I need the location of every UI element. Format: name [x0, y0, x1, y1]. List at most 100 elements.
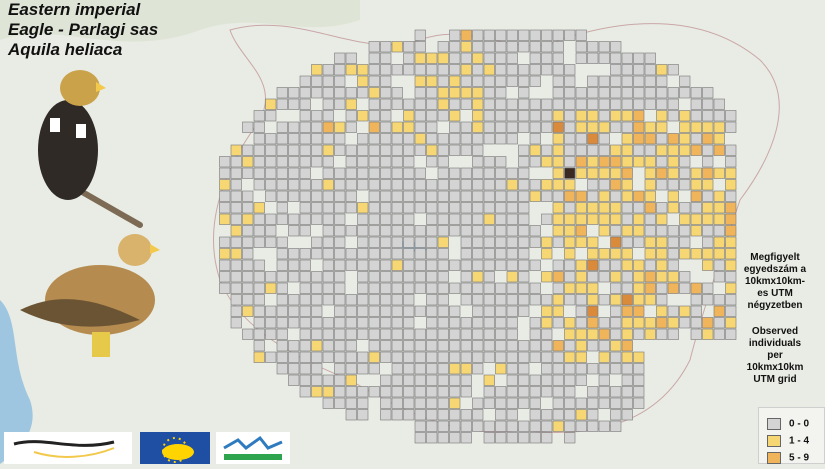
utm-grid-cell [495, 98, 507, 110]
utm-grid-cell [472, 52, 484, 64]
utm-grid-cell [472, 340, 484, 352]
utm-grid-cell [414, 167, 426, 179]
utm-grid-cell [449, 386, 461, 398]
utm-grid-cell [690, 179, 702, 191]
utm-grid-cell [518, 374, 530, 386]
utm-grid-cell [437, 294, 449, 306]
utm-grid-cell [587, 98, 599, 110]
utm-grid-cell [610, 236, 622, 248]
utm-grid-cell [575, 271, 587, 283]
utm-grid-cell [621, 87, 633, 99]
utm-grid-cell [460, 294, 472, 306]
utm-grid-cell [598, 351, 610, 363]
utm-grid-cell [368, 328, 380, 340]
utm-grid-cell [621, 202, 633, 214]
utm-grid-cell [368, 110, 380, 122]
utm-grid-cell [472, 294, 484, 306]
utm-grid-cell [426, 98, 438, 110]
utm-grid-cell [357, 144, 369, 156]
utm-grid-cell [690, 98, 702, 110]
utm-grid-cell [552, 409, 564, 421]
utm-grid-cell [598, 52, 610, 64]
utm-grid-cell [403, 156, 415, 168]
utm-grid-cell [299, 328, 311, 340]
utm-grid-cell [391, 64, 403, 76]
utm-grid-cell [598, 294, 610, 306]
utm-grid-cell [713, 328, 725, 340]
utm-grid-cell [633, 294, 645, 306]
utm-grid-cell [564, 397, 576, 409]
utm-grid-cell [357, 64, 369, 76]
utm-grid-cell [541, 156, 553, 168]
legend-swatch [767, 452, 781, 464]
utm-grid-cell [633, 236, 645, 248]
utm-grid-cell [656, 156, 668, 168]
utm-grid-cell [276, 282, 288, 294]
utm-grid-cell [644, 190, 656, 202]
utm-grid-cell [587, 248, 599, 260]
utm-grid-cell [587, 41, 599, 53]
utm-grid-cell [610, 351, 622, 363]
utm-grid-cell [702, 190, 714, 202]
utm-grid-cell [380, 98, 392, 110]
utm-grid-cell [391, 409, 403, 421]
utm-grid-cell [460, 420, 472, 432]
utm-grid-cell [552, 64, 564, 76]
utm-grid-cell [610, 259, 622, 271]
utm-grid-cell [621, 156, 633, 168]
utm-grid-cell [230, 282, 242, 294]
utm-grid-cell [610, 420, 622, 432]
utm-grid-cell [518, 236, 530, 248]
utm-grid-cell [276, 294, 288, 306]
utm-grid-cell [219, 202, 231, 214]
utm-grid-cell [322, 225, 334, 237]
utm-grid-cell [460, 98, 472, 110]
utm-grid-cell [276, 351, 288, 363]
utm-grid-cell [460, 282, 472, 294]
utm-grid-cell [495, 167, 507, 179]
utm-grid-cell [621, 328, 633, 340]
utm-grid-cell [506, 236, 518, 248]
utm-grid-cell [472, 29, 484, 41]
utm-grid-cell [621, 236, 633, 248]
utm-grid-cell [426, 110, 438, 122]
utm-grid-cell [656, 305, 668, 317]
utm-grid-cell [575, 236, 587, 248]
utm-grid-cell [391, 98, 403, 110]
utm-grid-cell [610, 167, 622, 179]
utm-grid-cell [460, 179, 472, 191]
utm-grid-cell [345, 259, 357, 271]
utm-grid-cell [345, 363, 357, 375]
utm-grid-cell [276, 305, 288, 317]
utm-grid-cell [437, 386, 449, 398]
utm-grid-cell [391, 213, 403, 225]
utm-grid-cell [334, 271, 346, 283]
utm-grid-cell [587, 75, 599, 87]
utm-grid-cell [426, 64, 438, 76]
utm-grid-cell [552, 340, 564, 352]
utm-grid-cell [610, 52, 622, 64]
utm-grid-cell [518, 397, 530, 409]
utm-grid-cell [552, 87, 564, 99]
utm-grid-cell [391, 351, 403, 363]
utm-grid-cell [552, 213, 564, 225]
utm-grid-cell [564, 386, 576, 398]
utm-grid-cell [529, 351, 541, 363]
utm-grid-cell [357, 110, 369, 122]
utm-grid-cell [598, 328, 610, 340]
utm-grid-cell [322, 190, 334, 202]
utm-grid-cell [368, 294, 380, 306]
utm-grid-cell [265, 110, 277, 122]
utm-grid-cell [667, 179, 679, 191]
utm-grid-cell [311, 305, 323, 317]
utm-grid-cell [587, 271, 599, 283]
utm-grid-cell [299, 225, 311, 237]
utm-grid-cell [702, 133, 714, 145]
utm-grid-cell [334, 121, 346, 133]
utm-grid-cell [437, 133, 449, 145]
utm-grid-cell [414, 340, 426, 352]
adult-head [60, 70, 100, 106]
utm-grid-cell [242, 202, 254, 214]
utm-grid-cell [288, 225, 300, 237]
utm-grid-cell [483, 432, 495, 444]
